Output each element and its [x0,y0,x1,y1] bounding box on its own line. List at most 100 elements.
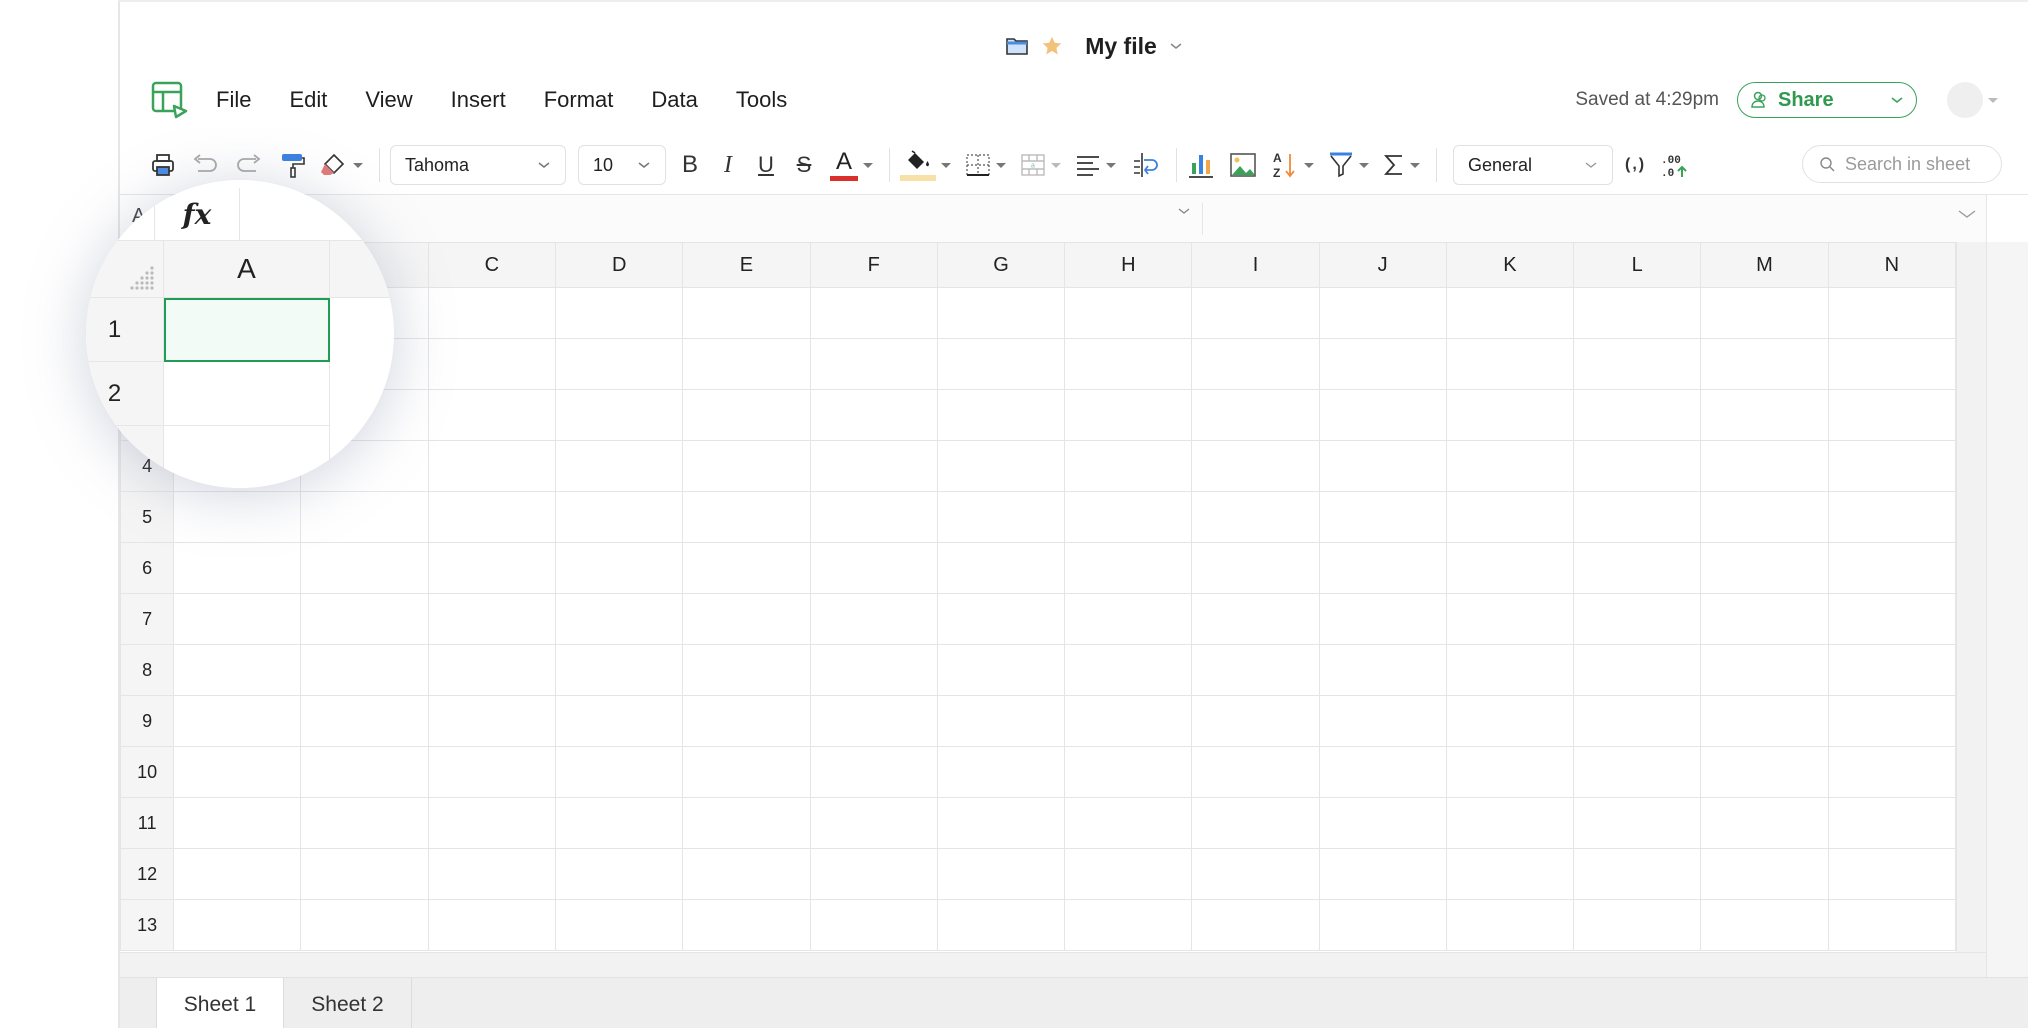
cell-A5[interactable] [173,491,302,543]
menu-edit[interactable]: Edit [289,87,327,113]
cell-I1[interactable] [1191,287,1320,339]
increase-decimal-button[interactable]: .00.0 [1660,147,1688,183]
cell-C8[interactable] [427,644,557,696]
column-header-h[interactable]: H [1064,242,1193,288]
cell-G9[interactable] [936,695,1066,747]
cell-A11[interactable] [173,797,302,849]
formula-input[interactable] [258,195,2028,243]
cell-L2[interactable] [1573,338,1702,390]
cell-G1[interactable] [936,287,1066,339]
cell-A9[interactable] [173,695,302,747]
avatar[interactable] [1947,82,1983,118]
cell-G5[interactable] [936,491,1066,543]
cell-D3[interactable] [555,389,684,441]
cell-I5[interactable] [1191,491,1320,543]
search-in-sheet[interactable] [1802,145,2002,183]
cell-A12[interactable] [173,848,302,900]
cell-F8[interactable] [809,644,938,696]
column-header-m[interactable]: M [1700,242,1829,288]
cell-C6[interactable] [427,542,557,594]
cell-M7[interactable] [1700,593,1829,645]
cell-B5[interactable] [300,491,429,543]
cell-L1[interactable] [1573,287,1702,339]
cell-K3[interactable] [1445,389,1575,441]
cell-J8[interactable] [1318,644,1447,696]
cell-J1[interactable] [1318,287,1447,339]
cell-N9[interactable] [1827,695,1957,747]
cell-C13[interactable] [427,899,557,951]
cell-I4[interactable] [1191,440,1320,492]
cell-G3[interactable] [936,389,1066,441]
cell-M11[interactable] [1700,797,1829,849]
cell-E6[interactable] [682,542,811,594]
cell-F9[interactable] [809,695,938,747]
cell-E5[interactable] [682,491,811,543]
cell-K11[interactable] [1445,797,1575,849]
cell-K4[interactable] [1445,440,1575,492]
cell-L3[interactable] [1573,389,1702,441]
cell-A13[interactable] [173,899,302,951]
cell-I9[interactable] [1191,695,1320,747]
row-header-11[interactable]: 11 [119,797,175,849]
cell-A10[interactable] [173,746,302,798]
cell-J10[interactable] [1318,746,1447,798]
cell-M1[interactable] [1700,287,1829,339]
column-header-l[interactable]: L [1573,242,1702,288]
cell-D13[interactable] [555,899,684,951]
cell-L5[interactable] [1573,491,1702,543]
cell-E11[interactable] [682,797,811,849]
column-header-n[interactable]: N [1827,242,1957,288]
cell-C12[interactable] [427,848,557,900]
column-header-d[interactable]: D [555,242,684,288]
cell-N6[interactable] [1827,542,1957,594]
cell-L4[interactable] [1573,440,1702,492]
cell-N7[interactable] [1827,593,1957,645]
cell-K12[interactable] [1445,848,1575,900]
bold-button[interactable]: B [678,147,702,183]
cell-C4[interactable] [427,440,557,492]
cell-E7[interactable] [682,593,811,645]
cell-G10[interactable] [936,746,1066,798]
cell-F3[interactable] [809,389,938,441]
italic-button[interactable]: I [716,147,740,183]
cell-K8[interactable] [1445,644,1575,696]
cell-K6[interactable] [1445,542,1575,594]
star-icon[interactable] [1041,35,1063,57]
borders-button[interactable] [965,147,1006,183]
column-header-k[interactable]: K [1445,242,1575,288]
cell-N3[interactable] [1827,389,1957,441]
cell-F11[interactable] [809,797,938,849]
cell-C9[interactable] [427,695,557,747]
cell-M10[interactable] [1700,746,1829,798]
cell-D9[interactable] [555,695,684,747]
cell-D8[interactable] [555,644,684,696]
cell-E9[interactable] [682,695,811,747]
row-header-12[interactable]: 12 [119,848,175,900]
comma-style-button[interactable]: (,) [1625,147,1646,183]
column-header-e[interactable]: E [682,242,811,288]
cell-H10[interactable] [1064,746,1193,798]
cell-L10[interactable] [1573,746,1702,798]
cell-K10[interactable] [1445,746,1575,798]
cell-N13[interactable] [1827,899,1957,951]
cell-H12[interactable] [1064,848,1193,900]
cell-M13[interactable] [1700,899,1829,951]
cell-M3[interactable] [1700,389,1829,441]
clear-format-button[interactable] [320,147,363,183]
underline-button[interactable]: U [754,147,778,183]
cell-C1[interactable] [427,287,557,339]
cell-H4[interactable] [1064,440,1193,492]
cell-E12[interactable] [682,848,811,900]
magnified-cell[interactable] [164,362,330,426]
cell-G11[interactable] [936,797,1066,849]
font-color-button[interactable]: A [830,147,873,183]
cell-N12[interactable] [1827,848,1957,900]
menu-view[interactable]: View [365,87,412,113]
wrap-text-button[interactable] [1130,147,1160,183]
row-header-13[interactable]: 13 [119,899,175,951]
cell-F10[interactable] [809,746,938,798]
share-button[interactable]: Share [1737,82,1917,118]
cell-D4[interactable] [555,440,684,492]
cell-N10[interactable] [1827,746,1957,798]
number-format-select[interactable]: General [1453,145,1613,185]
